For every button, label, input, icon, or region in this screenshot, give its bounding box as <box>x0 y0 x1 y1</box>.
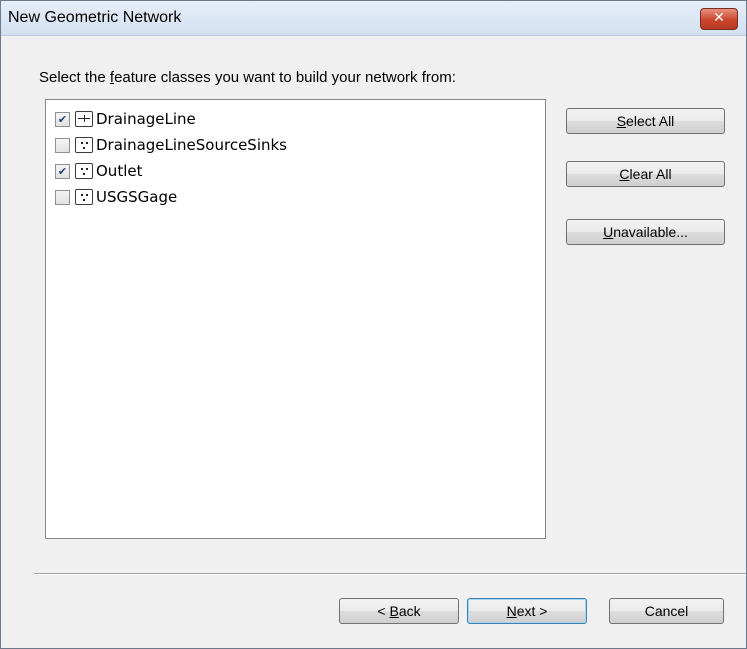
back-button[interactable]: < Back <box>339 598 459 624</box>
dialog-title: New Geometric Network <box>8 9 182 26</box>
point-feature-icon <box>75 163 93 179</box>
item-label: DrainageLine <box>96 110 196 128</box>
checkbox-outlet[interactable]: ✔ <box>55 163 70 179</box>
title-bar[interactable]: New Geometric Network ✕ <box>1 1 746 36</box>
next-label: ext > <box>516 603 548 619</box>
next-button[interactable]: Next > <box>467 598 587 624</box>
next-mnemonic: N <box>506 603 517 619</box>
instruction-label: Select the feature classes you want to b… <box>39 69 456 86</box>
clear-all-label: lear All <box>629 166 672 182</box>
back-prefix: < <box>377 603 390 619</box>
back-label: ack <box>398 603 421 619</box>
close-button[interactable]: ✕ <box>700 8 738 30</box>
line-feature-icon <box>75 111 93 127</box>
item-label: USGSGage <box>96 188 178 206</box>
point-feature-icon <box>75 137 93 153</box>
select-all-button[interactable]: Select All <box>566 108 725 134</box>
select-all-mnemonic: S <box>616 113 627 129</box>
checkbox-drainageline[interactable]: ✔ <box>55 111 70 127</box>
list-item-outlet[interactable]: ✔ Outlet <box>55 160 142 182</box>
checkbox-drainagelinesourcesinks[interactable] <box>55 137 70 153</box>
unavailable-button[interactable]: Unavailable... <box>566 219 725 245</box>
instruction-text-start: Select the <box>39 69 110 86</box>
footer-separator <box>34 573 746 575</box>
dialog-window: New Geometric Network ✕ Select the featu… <box>0 0 747 649</box>
item-label: Outlet <box>96 162 143 180</box>
feature-class-list[interactable]: ✔ DrainageLine DrainageLineSourceSinks ✔… <box>45 99 546 539</box>
item-label: DrainageLineSourceSinks <box>96 136 288 154</box>
point-feature-icon <box>75 189 93 205</box>
cancel-button[interactable]: Cancel <box>609 598 724 624</box>
unavailable-label: navailable... <box>613 224 688 240</box>
list-item-drainageline[interactable]: ✔ DrainageLine <box>55 108 196 130</box>
select-all-label: elect All <box>626 113 675 129</box>
instruction-text-end: eature classes you want to build your ne… <box>114 69 456 86</box>
back-mnemonic: B <box>389 603 399 619</box>
clear-all-mnemonic: C <box>619 166 630 182</box>
list-item-usgsgage[interactable]: USGSGage <box>55 186 177 208</box>
clear-all-button[interactable]: Clear All <box>566 161 725 187</box>
close-icon: ✕ <box>713 10 725 26</box>
checkbox-usgsgage[interactable] <box>55 189 70 205</box>
cancel-label: Cancel <box>644 603 689 619</box>
list-item-drainagelinesourcesinks[interactable]: DrainageLineSourceSinks <box>55 134 287 156</box>
unavailable-mnemonic: U <box>603 224 614 240</box>
